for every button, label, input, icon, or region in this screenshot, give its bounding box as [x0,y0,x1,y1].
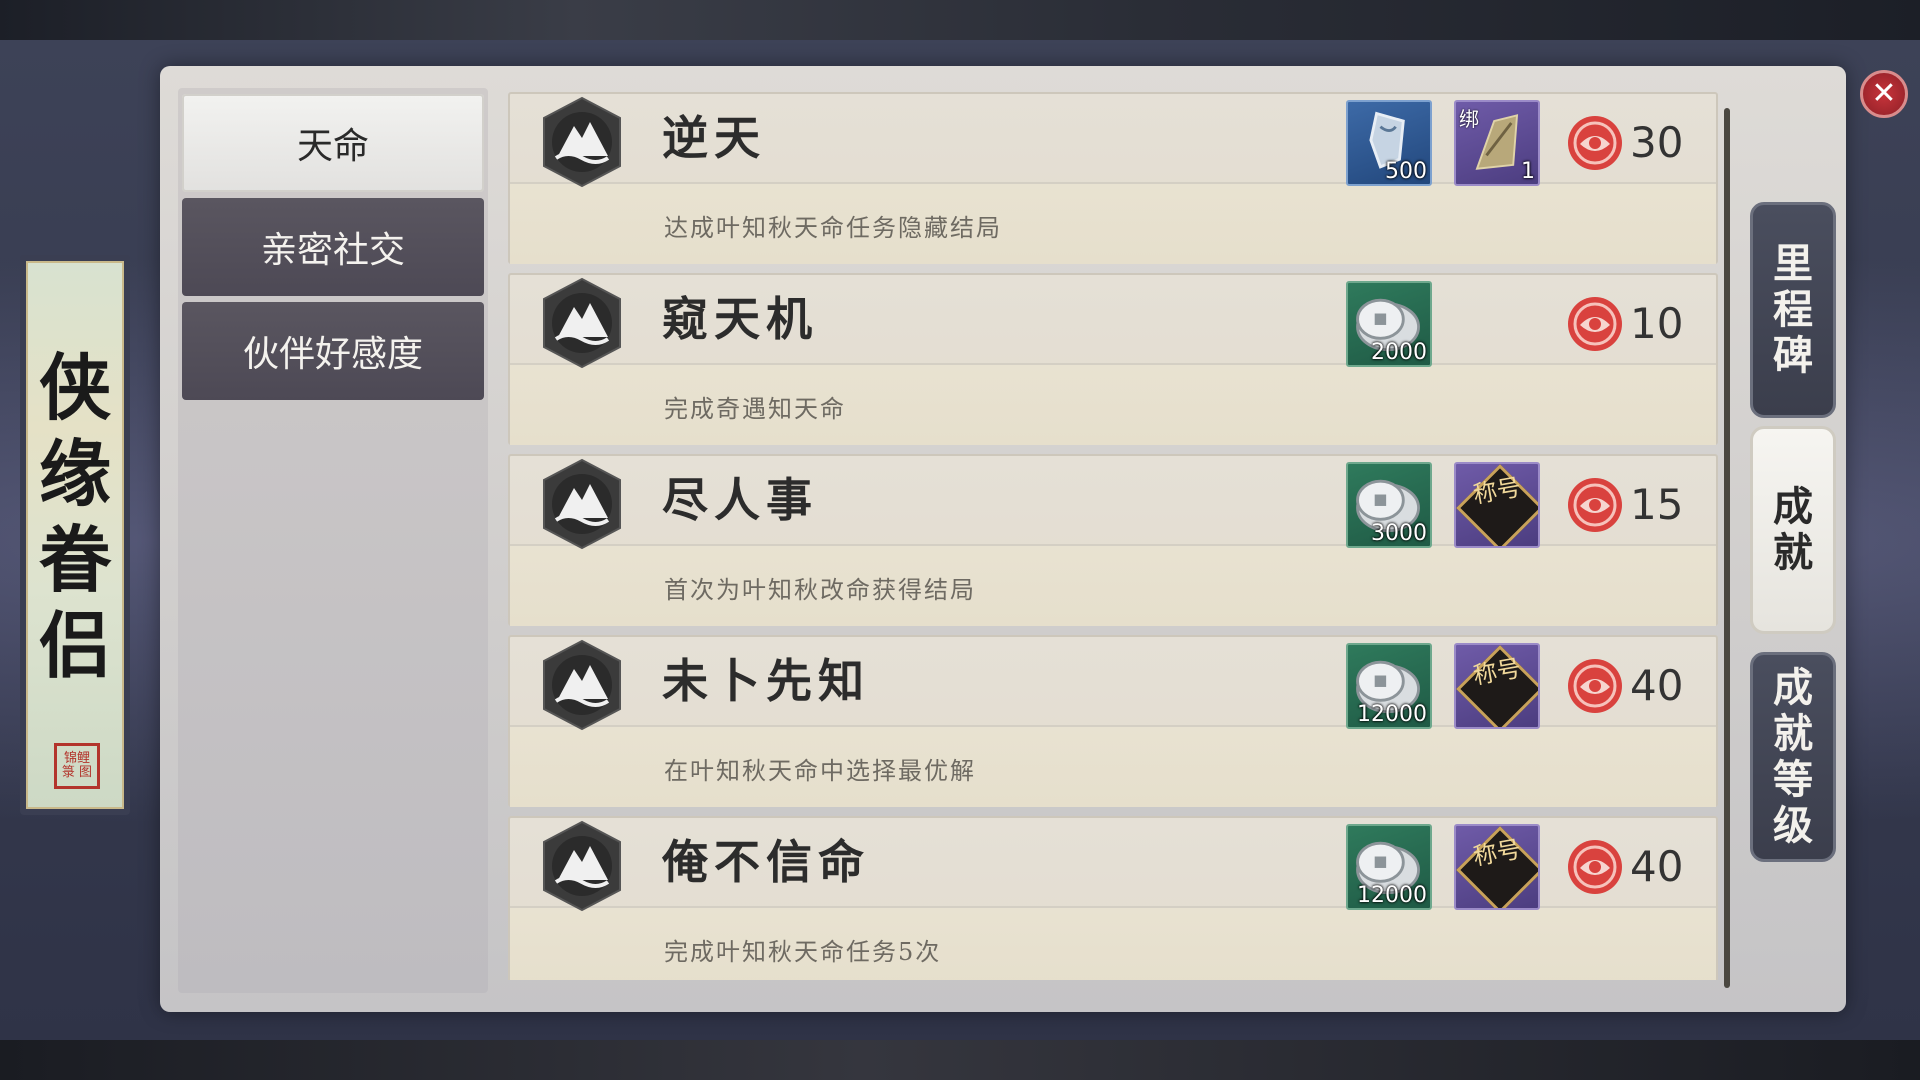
silver-coin-reward[interactable]: 3000 [1346,462,1432,548]
achievement-points-icon [1566,838,1624,896]
tab-intimate-social[interactable]: 亲密社交 [182,198,484,296]
reward-quantity: 1 [1521,159,1535,184]
scroll-title: 侠缘眷侣 [38,345,111,688]
reward-quantity: 12000 [1357,702,1427,727]
achievement-points: 40 [1630,661,1684,710]
achievement-list[interactable]: 逆天 达成叶知秋天命任务隐藏结局 500 绑 1 30 窥天机 完成奇遇知天命 2000 10 尽人… [508,92,1720,980]
scrollbar[interactable] [1724,108,1730,988]
achievement-title: 尽人事 [662,473,818,527]
title-scroll: 侠缘眷侣 锦鲤 箓 图 [20,255,130,815]
reward-quantity: 12000 [1357,883,1427,908]
reward-quantity: 2000 [1371,340,1427,365]
achievement-points: 40 [1630,842,1684,891]
jade-token-reward[interactable]: 500 [1346,100,1432,186]
achievement-points-icon [1566,476,1624,534]
side-tab-milestone[interactable]: 里程碑 [1750,202,1836,418]
bound-tag: 绑 [1459,107,1479,131]
achievement-row: 俺不信命完成叶知秋天命任务5次 12000 称号 40 [508,816,1718,980]
silver-coin-reward[interactable]: 2000 [1346,281,1432,367]
close-button[interactable]: ✕ [1860,70,1908,118]
achievement-title: 窥天机 [662,292,818,346]
title-badge-reward[interactable]: 称号 [1454,462,1540,548]
achievement-points: 30 [1630,118,1684,167]
side-tab-achievement-level[interactable]: 成就等级 [1750,652,1836,862]
reward-quantity: 500 [1385,159,1427,184]
achievement-title: 俺不信命 [662,835,870,889]
achievement-desc: 完成奇遇知天命 [664,395,846,423]
achievement-points-icon [1566,295,1624,353]
achievement-title: 未卜先知 [662,654,870,708]
seal-stamp-icon: 锦鲤 箓 图 [54,743,100,789]
achievement-emblem-icon [536,639,628,731]
reward-quantity: 3000 [1371,521,1427,546]
achievement-row: 尽人事首次为叶知秋改命获得结局 3000 称号 15 [508,454,1718,626]
bottom-banner [0,1040,1920,1080]
row-divider [510,363,1716,365]
title-badge-reward[interactable]: 称号 [1454,643,1540,729]
achievement-emblem-icon [536,458,628,550]
silver-coin-reward[interactable]: 12000 [1346,643,1432,729]
achievement-row: 未卜先知在叶知秋天命中选择最优解 12000 称号 40 [508,635,1718,807]
achievement-desc: 完成叶知秋天命任务5次 [664,938,942,966]
achievement-desc: 达成叶知秋天命任务隐藏结局 [664,214,1002,242]
achievement-row: 逆天 达成叶知秋天命任务隐藏结局 500 绑 1 30 [508,92,1718,264]
title-badge-reward[interactable]: 称号 [1454,824,1540,910]
achievement-emblem-icon [536,96,628,188]
achievement-emblem-icon [536,277,628,369]
achievement-points-icon [1566,657,1624,715]
top-banner [0,0,1920,40]
achievement-title: 逆天 [662,111,766,165]
achievement-points-icon [1566,114,1624,172]
achievement-row: 窥天机完成奇遇知天命 2000 10 [508,273,1718,445]
achievement-desc: 首次为叶知秋改命获得结局 [664,576,976,604]
side-tab-achievement[interactable]: 成就 [1750,426,1836,634]
tab-tianming[interactable]: 天命 [182,94,484,192]
silver-coin-reward[interactable]: 12000 [1346,824,1432,910]
tab-partner-affinity[interactable]: 伙伴好感度 [182,302,484,400]
achievement-desc: 在叶知秋天命中选择最优解 [664,757,976,785]
bound-book-reward[interactable]: 绑1 [1454,100,1540,186]
achievement-points: 10 [1630,299,1684,348]
achievement-emblem-icon [536,820,628,912]
achievement-points: 15 [1630,480,1684,529]
